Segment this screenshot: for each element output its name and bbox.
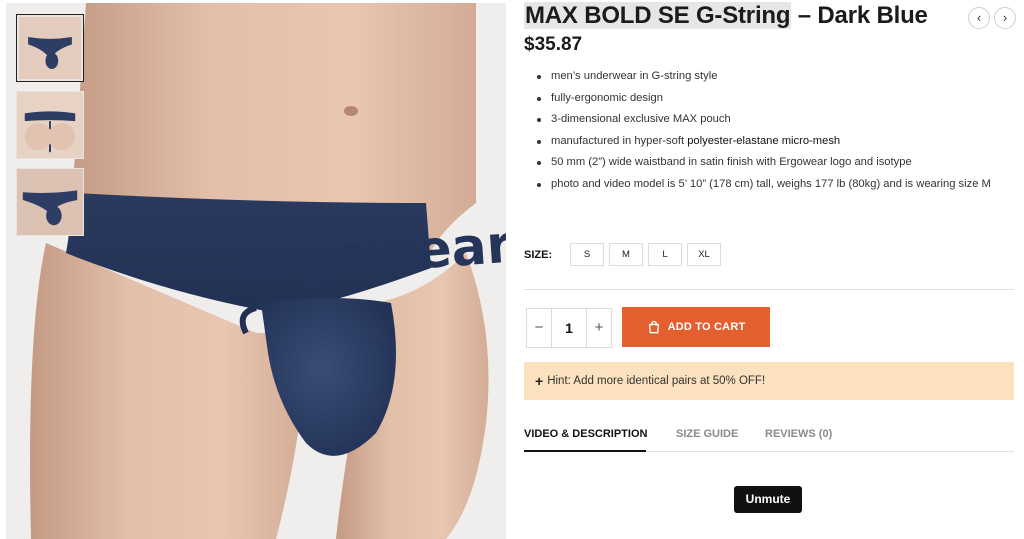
title-row: MAX BOLD SE G-String – Dark Blue ‹ › <box>524 0 1016 34</box>
tab-size-guide[interactable]: SIZE GUIDE <box>676 424 738 452</box>
thumbnail-back-image <box>17 92 83 158</box>
feature-material: polyester-elastane micro-mesh <box>687 134 841 147</box>
add-to-cart-label: ADD TO CART <box>667 321 746 333</box>
feature-text: photo and video model is 5’ 10” (178 cm)… <box>551 177 991 190</box>
feature-item: fully-ergonomic design <box>537 88 1001 110</box>
feature-item: men’s underwear in G-string style <box>537 66 1001 88</box>
thumbnail-front[interactable] <box>16 14 84 82</box>
divider <box>524 289 1014 290</box>
tab-reviews[interactable]: REVIEWS (0) <box>765 424 832 452</box>
thumbnail-front-image <box>19 17 81 79</box>
product-title: MAX BOLD SE G-String – Dark Blue <box>524 2 928 30</box>
quantity-stepper: − 1 + <box>526 308 612 348</box>
plus-icon: + <box>535 373 544 389</box>
size-option-l[interactable]: L <box>648 243 682 266</box>
feature-text: fully-ergonomic design <box>551 91 663 104</box>
quantity-decrease-button[interactable]: − <box>527 309 551 347</box>
feature-text: men’s underwear in G-string style <box>551 70 718 82</box>
feature-item: photo and video model is 5’ 10” (178 cm)… <box>537 174 1001 196</box>
next-product-button[interactable]: › <box>994 7 1016 29</box>
quantity-increase-button[interactable]: + <box>587 309 611 347</box>
feature-item: 3-dimensional exclusive MAX pouch <box>537 109 1001 131</box>
size-option-xl[interactable]: XL <box>687 243 721 266</box>
size-selector: SIZE: S M L XL <box>524 243 726 266</box>
feature-list: men’s underwear in G-string style fully-… <box>537 66 1001 196</box>
chevron-right-icon: › <box>1002 10 1008 25</box>
thumbnail-back[interactable] <box>16 91 84 159</box>
size-option-m[interactable]: M <box>609 243 643 266</box>
product-title-highlight: MAX BOLD SE G-String <box>524 2 792 29</box>
thumbnail-side-image <box>17 169 83 235</box>
shopping-bag-icon <box>648 320 659 334</box>
previous-product-button[interactable]: ‹ <box>968 7 990 29</box>
quantity-input[interactable]: 1 <box>551 309 587 347</box>
thumbnail-side[interactable] <box>16 168 84 236</box>
feature-text: 50 mm (2”) wide waistband in satin finis… <box>551 156 912 168</box>
hint-banner: + Hint: Add more identical pairs at 50% … <box>524 362 1014 400</box>
thumbnail-strip <box>16 14 86 245</box>
active-tab-indicator <box>524 450 646 452</box>
feature-item: manufactured in hyper-soft polyester-ela… <box>537 131 1001 153</box>
product-nav: ‹ › <box>968 7 1016 29</box>
product-info-panel: MAX BOLD SE G-String – Dark Blue ‹ › $35… <box>524 0 1016 513</box>
product-price: $35.87 <box>524 34 583 55</box>
product-tabs: VIDEO & DESCRIPTION SIZE GUIDE REVIEWS (… <box>524 424 1014 452</box>
chevron-left-icon: ‹ <box>976 10 982 25</box>
unmute-button[interactable]: Unmute <box>734 486 802 513</box>
feature-text: 3-dimensional exclusive MAX pouch <box>551 113 731 125</box>
add-to-cart-button[interactable]: ADD TO CART <box>622 307 770 347</box>
size-option-s[interactable]: S <box>570 243 604 266</box>
feature-item: 50 mm (2”) wide waistband in satin finis… <box>537 152 1001 174</box>
hint-text: Hint: Add more identical pairs at 50% OF… <box>547 375 766 387</box>
product-title-variant: – Dark Blue <box>791 2 928 29</box>
size-label: SIZE: <box>524 248 553 261</box>
tab-video-description[interactable]: VIDEO & DESCRIPTION <box>524 424 647 452</box>
feature-text: manufactured in hyper-soft <box>551 134 688 147</box>
